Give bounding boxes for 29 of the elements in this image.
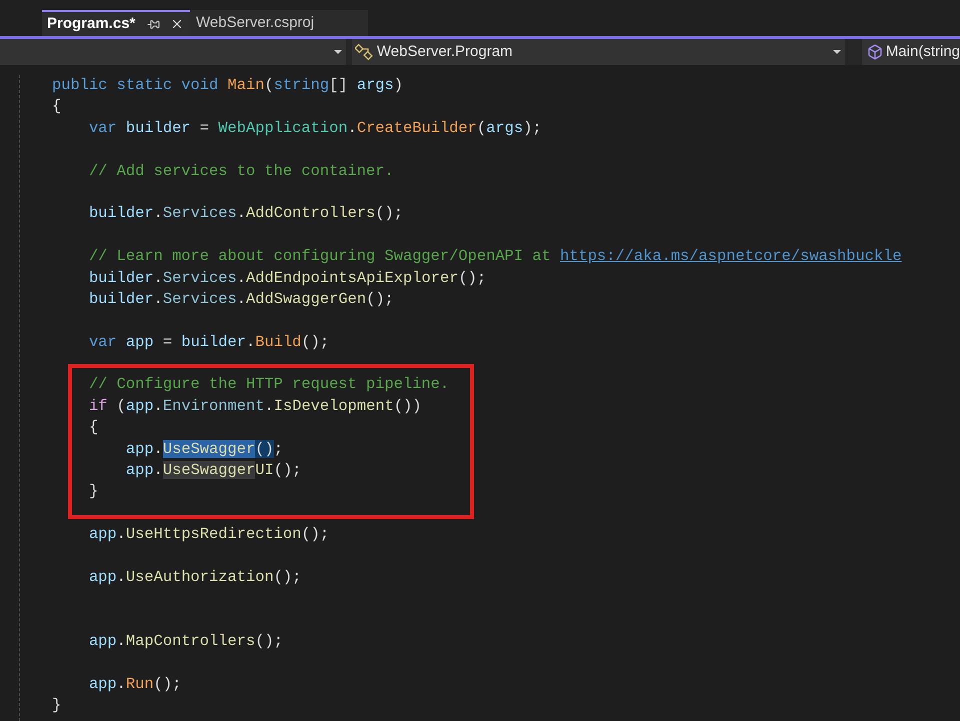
code-line: builder.Services.AddEndpointsApiExplorer();: [88, 268, 486, 289]
editor-tab[interactable]: Program.cs*: [42, 10, 190, 36]
cube-icon: [866, 44, 883, 60]
code-line: app.MapControllers();: [88, 631, 283, 652]
caret-icon: [334, 50, 342, 54]
code-line: }: [52, 695, 62, 716]
code-line: app.Run();: [88, 674, 182, 695]
editor-tab[interactable]: WebServer.csproj: [190, 10, 368, 36]
code-line: app.UseAuthorization();: [88, 566, 302, 588]
pin-icon[interactable]: [147, 18, 160, 30]
code-line: builder.Services.AddSwaggerGen();: [88, 288, 394, 310]
code-line: var builder = WebApplication.CreateBuilder(args);: [88, 118, 542, 139]
code-line: {: [88, 417, 98, 438]
code-line: var app = builder.Build();: [88, 332, 330, 353]
link[interactable]: https://aka.ms/aspnetcore/swashbuckle: [560, 247, 902, 266]
code-line: if (app.Environment.IsDevelopment()): [88, 396, 422, 417]
code-line: // Configure the HTTP request pipeline.: [88, 374, 450, 396]
code-line: app.UseSwaggerUI();: [124, 460, 302, 482]
type-dropdown[interactable]: WebServer.Program: [352, 39, 845, 65]
member-dropdown[interactable]: Main(string: [862, 39, 960, 65]
code-line: // Add services to the container.: [88, 160, 394, 182]
code-line: builder.Services.AddControllers();: [88, 203, 404, 224]
code-line: }: [88, 481, 98, 502]
code-line: // Learn more about configuring Swagger/OpenAPI at https://aka.ms/aspnetcore/swashbuckle: [88, 246, 902, 268]
code-line: {: [52, 96, 62, 118]
caret-icon: [832, 50, 841, 54]
code-line: public static void Main(string[] args): [52, 75, 404, 96]
code-line: app.UseHttpsRedirection();: [88, 524, 330, 546]
class-icon: [354, 43, 375, 61]
